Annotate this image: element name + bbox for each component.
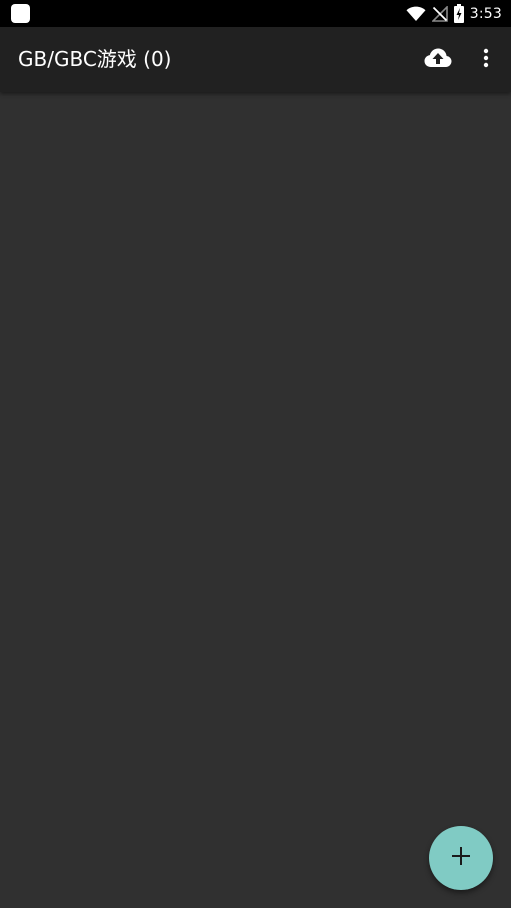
wifi-icon — [406, 6, 426, 22]
cloud-upload-button[interactable] — [420, 27, 456, 92]
add-game-button[interactable] — [429, 826, 493, 890]
app-bar: GB/GBC游戏 (0) — [0, 27, 511, 92]
more-vert-icon — [483, 48, 489, 72]
game-list-empty — [0, 92, 511, 908]
page-title: GB/GBC游戏 (0) — [18, 47, 172, 71]
cloud-upload-icon — [424, 48, 452, 72]
status-bar: 3:53 — [0, 0, 511, 27]
no-signal-icon — [431, 5, 448, 22]
battery-charging-icon — [453, 4, 464, 23]
screen: 3:53 GB/GBC游戏 (0) — [0, 0, 511, 908]
app-notification-icon — [11, 4, 30, 23]
status-icons: 3:53 — [406, 0, 502, 27]
status-time: 3:53 — [469, 5, 502, 22]
more-options-button[interactable] — [472, 27, 500, 92]
plus-icon — [452, 847, 470, 869]
